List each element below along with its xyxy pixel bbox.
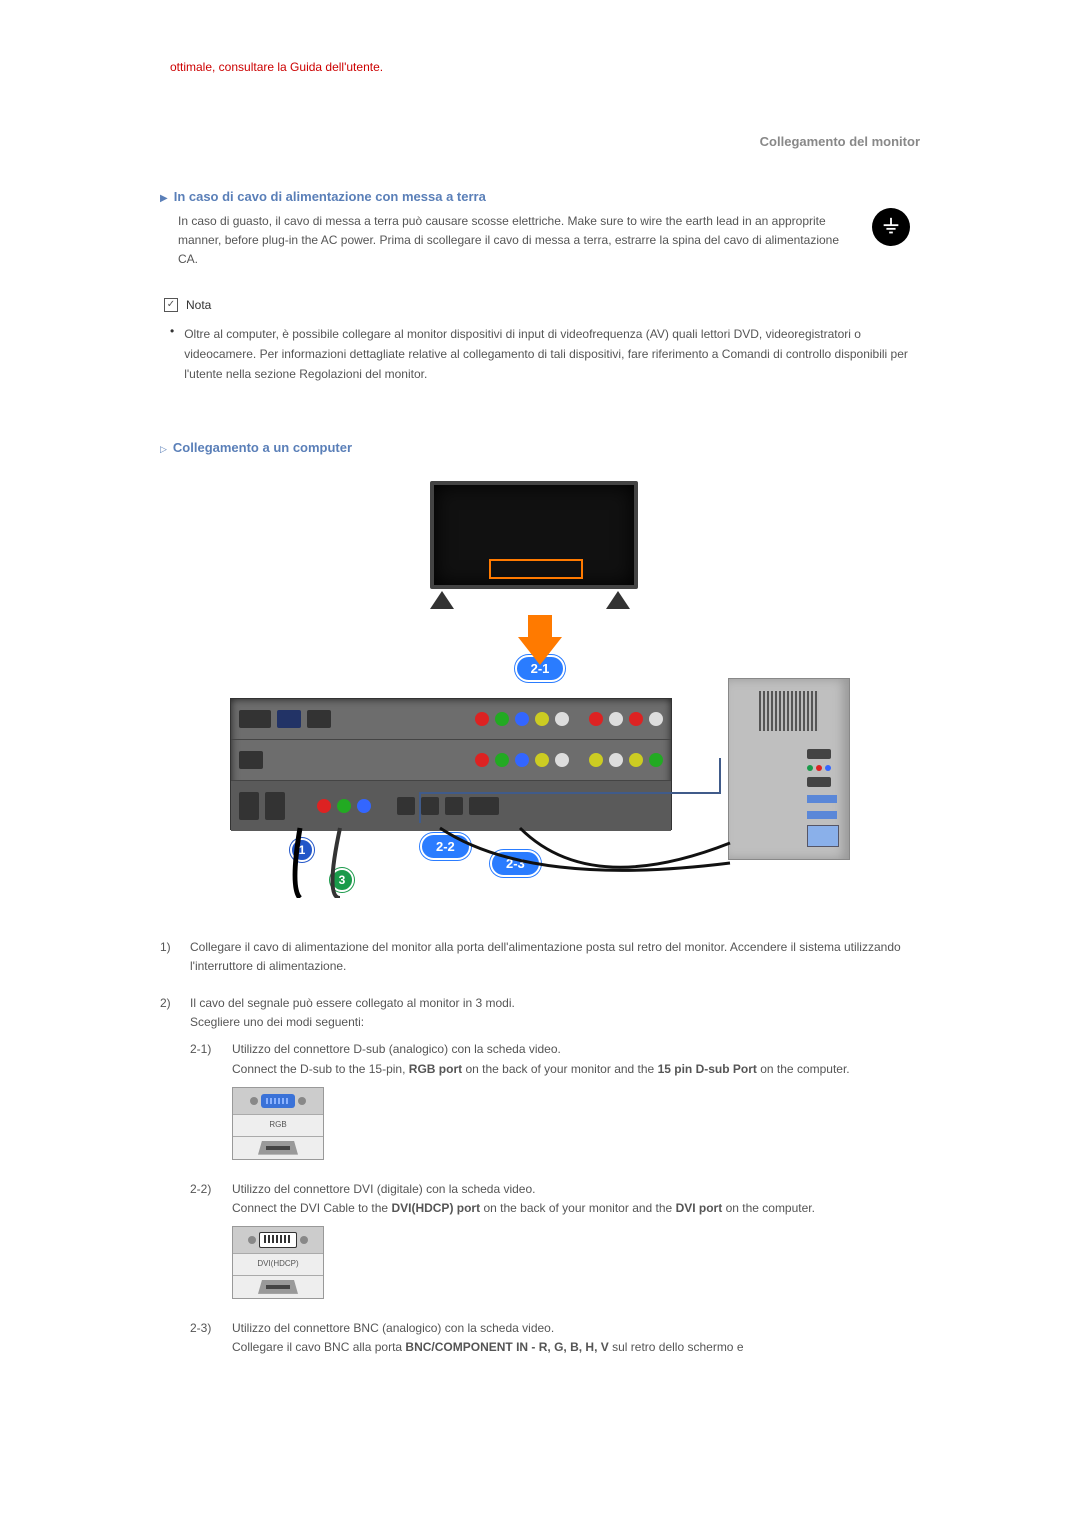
top-red-note: ottimale, consultare la Guida dell'utent… — [170, 60, 920, 74]
monitor-back-panel-icon — [230, 698, 672, 830]
step-2-1: 2-1) Utilizzo del connettore D-sub (anal… — [190, 1040, 920, 1173]
nota-body: • Oltre al computer, è possibile collega… — [160, 324, 920, 385]
badge-3: 3 — [330, 868, 354, 892]
pc-tower-icon — [728, 678, 850, 860]
nota-label: Nota — [186, 298, 211, 312]
grounding-text: In caso di guasto, il cavo di messa a te… — [178, 212, 840, 270]
nota-text: Oltre al computer, è possibile collegare… — [184, 324, 920, 385]
badge-1: 1 — [290, 838, 314, 862]
rgb-port-illustration: RGB — [232, 1087, 324, 1160]
step-2-3-line1: Utilizzo del connettore BNC (analogico) … — [232, 1319, 744, 1338]
callout-2-3: 2-3 — [490, 850, 541, 877]
monitor-icon — [430, 481, 650, 611]
bullet-dot-icon: • — [170, 324, 174, 385]
rgb-port-label: RGB — [233, 1115, 323, 1137]
nota-row: ✓ Nota — [164, 298, 920, 312]
step-1-num: 1) — [160, 938, 178, 976]
arrow-icon: ▶ — [160, 193, 168, 204]
steps-list: 1) Collegare il cavo di alimentazione de… — [160, 938, 920, 1363]
grounding-heading-row: ▶ In caso di cavo di alimentazione con m… — [160, 189, 920, 212]
step-2-3: 2-3) Utilizzo del connettore BNC (analog… — [190, 1319, 920, 1357]
step-2-1-line2: Connect the D-sub to the 15-pin, RGB por… — [232, 1060, 850, 1079]
arrow-down-icon — [518, 637, 562, 665]
ground-icon — [872, 208, 910, 246]
step-2-3-line2: Collegare il cavo BNC alla porta BNC/COM… — [232, 1338, 744, 1357]
grounding-heading: In caso di cavo di alimentazione con mes… — [174, 189, 486, 204]
step-1: 1) Collegare il cavo di alimentazione de… — [160, 938, 920, 976]
connection-diagram: 2-1 — [230, 481, 850, 898]
step-2-2-line1: Utilizzo del connettore DVI (digitale) c… — [232, 1180, 815, 1199]
chevron-icon: ▷ — [160, 444, 167, 455]
step-2-1-line1: Utilizzo del connettore D-sub (analogico… — [232, 1040, 850, 1059]
callout-2-2: 2-2 — [420, 833, 471, 860]
document-page: ottimale, consultare la Guida dell'utent… — [140, 0, 940, 1461]
checkbox-icon: ✓ — [164, 298, 178, 312]
zoom-rectangle-icon — [489, 559, 583, 579]
step-2-2-line2: Connect the DVI Cable to the DVI(HDCP) p… — [232, 1199, 815, 1218]
connecting-heading: Collegamento a un computer — [173, 440, 352, 455]
step-2-subline: Scegliere uno dei modi seguenti: — [190, 1013, 920, 1032]
step-2-intro: Il cavo del segnale può essere collegato… — [190, 994, 920, 1013]
step-2-num: 2) — [160, 994, 178, 1363]
step-2-2-num: 2-2) — [190, 1180, 218, 1313]
step-1-text: Collegare il cavo di alimentazione del m… — [190, 938, 920, 976]
dvi-port-illustration: DVI(HDCP) — [232, 1226, 324, 1299]
section-title: Collegamento del monitor — [160, 134, 920, 149]
diagram-panel: 1 3 2-2 2-3 — [230, 668, 850, 898]
dvi-port-label: DVI(HDCP) — [233, 1254, 323, 1276]
step-2-3-num: 2-3) — [190, 1319, 218, 1357]
step-2-1-num: 2-1) — [190, 1040, 218, 1173]
step-2: 2) Il cavo del segnale può essere colleg… — [160, 994, 920, 1363]
connecting-heading-row: ▷ Collegamento a un computer — [160, 440, 920, 463]
grounding-block: In caso di guasto, il cavo di messa a te… — [160, 212, 920, 270]
step-2-2: 2-2) Utilizzo del connettore DVI (digita… — [190, 1180, 920, 1313]
